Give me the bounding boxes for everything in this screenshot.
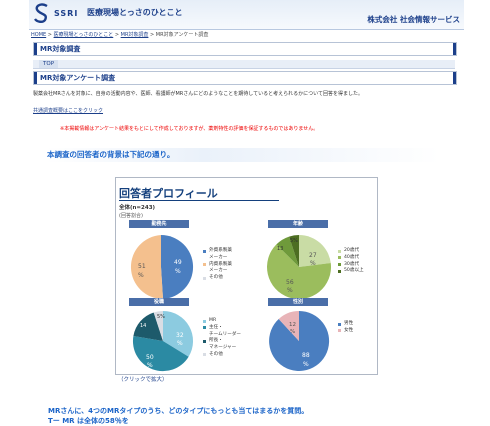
- gender-legend: 男性 女性: [338, 321, 353, 335]
- pie-unit-foreign: %: [175, 268, 181, 275]
- legend-foreign: 外資系製薬 メーカー: [209, 248, 232, 260]
- respondent-heading: 本調査の回答者の背景は下記の通り。: [47, 150, 175, 159]
- intro-text: 製薬会社MRさんを対象に、自身の活動内容や、医師、看護師がMRさんにどのようなこ…: [33, 91, 363, 97]
- section-title-bar: MR対象アンケート調査: [33, 71, 457, 85]
- breadcrumb-mr-survey[interactable]: MR対象調査: [121, 32, 149, 38]
- age-label: 年齢: [268, 220, 328, 228]
- legend-domestic: 内資系製薬 メーカー: [209, 261, 232, 274]
- pie-slice-male: [269, 310, 330, 371]
- warning-text: ※本掲載情報はアンケート結果をもとにして作成しておりますが、薬剤特性の評価を保証…: [60, 126, 319, 132]
- profile-title: 回答者プロフィール: [119, 187, 218, 200]
- workplace-pie-chart: 49 % 51 %: [130, 234, 194, 299]
- section-title: MR対象アンケート調査: [40, 74, 116, 82]
- legend-female: 女性: [344, 327, 354, 333]
- top-link[interactable]: TOP: [39, 60, 59, 68]
- gender-value-88: 88: [302, 352, 310, 359]
- bottom-heading: MRさんに、4つのMRタイプのうち、どのタイプにもっとも当てはまるかを質問。: [48, 407, 309, 415]
- pie-slice-foreign: [161, 234, 194, 299]
- pie-value-foreign: 49: [174, 259, 182, 266]
- breadcrumb-separator: >: [148, 32, 156, 38]
- legend-mr: MR: [209, 318, 217, 323]
- profile-unit: (回答割合): [119, 213, 143, 219]
- ssri-logo-icon[interactable]: [32, 2, 52, 24]
- legend-40s: 40歳代: [344, 254, 360, 260]
- gender-label: 性別: [268, 298, 328, 306]
- position-legend: MR 主任・ チームリーダー 所長・ マネージャー その他: [203, 318, 241, 359]
- site-header: SSRI 医療現場とっさのひとこと 株式会社 社会情報サービス: [29, 0, 464, 30]
- workplace-label: 勤務先: [129, 220, 189, 228]
- workplace-legend: 外資系製薬 メーカー 内資系製薬 メーカー その他: [203, 248, 232, 282]
- site-name[interactable]: 医療現場とっさのひとこと: [87, 7, 183, 18]
- company-name: 株式会社 社会情報サービス: [367, 15, 460, 24]
- age-value-27: 27: [309, 252, 317, 259]
- breadcrumb-current: MR対象アンケート調査: [155, 32, 209, 38]
- gender-unit-88: %: [303, 361, 309, 368]
- age-value-56: 56: [286, 279, 294, 286]
- breadcrumb-home[interactable]: HOME: [31, 32, 46, 38]
- position-value-5: 5%: [157, 314, 165, 320]
- top-tab-bar: TOP: [33, 60, 455, 69]
- logo-text[interactable]: SSRI: [54, 9, 78, 18]
- age-value-13: 13: [277, 246, 283, 252]
- title-underline: [119, 200, 279, 201]
- age-pie-chart: 27 % 56 % 13 5%: [267, 235, 332, 300]
- legend-position-other: その他: [209, 351, 223, 357]
- page-title: MR対象調査: [40, 45, 81, 53]
- pie-value-domestic: 51: [138, 263, 146, 270]
- legend-male: 男性: [344, 321, 354, 326]
- position-value-32: 32: [176, 332, 184, 339]
- page-title-bar: MR対象調査: [33, 42, 457, 56]
- legend-20s: 20歳代: [344, 248, 360, 253]
- age-unit-56: %: [287, 287, 293, 294]
- respondent-profile-image[interactable]: 回答者プロフィール 全体(n=243) (回答割合) 勤務先 49 % 51 %…: [115, 177, 378, 375]
- position-label: 役職: [129, 298, 189, 306]
- bottom-heading-cont: Tー MR は全体の58％を: [48, 417, 129, 425]
- legend-manager: 所長・ マネージャー: [209, 338, 237, 351]
- position-value-50: 50: [146, 354, 154, 361]
- legend-50plus: 50歳以上: [344, 268, 364, 274]
- click-to-enlarge[interactable]: （クリックで拡大）: [118, 375, 168, 383]
- breadcrumb-separator: >: [46, 32, 54, 38]
- summary-link[interactable]: 共通調査概要はここをクリック: [33, 107, 103, 114]
- breadcrumb-iryou[interactable]: 医療現場とっさのひとこと: [54, 32, 114, 38]
- age-value-5: 5%: [290, 238, 298, 244]
- pie-slice-domestic: [130, 235, 164, 299]
- gender-unit-12: %: [290, 329, 295, 335]
- position-unit-50: %: [147, 362, 153, 369]
- pie-unit-domestic: %: [138, 272, 144, 279]
- legend-leader: 主任・ チームリーダー: [209, 324, 242, 337]
- profile-total: 全体(n=243): [119, 205, 156, 211]
- gender-pie-chart: 88 % 12 %: [269, 310, 330, 371]
- breadcrumb: HOME > 医療現場とっさのひとこと > MR対象調査 > MR対象アンケート…: [31, 31, 208, 38]
- age-legend: 20歳代 40歳代 30歳代 50歳以上: [338, 248, 364, 275]
- age-unit-27: %: [310, 260, 316, 267]
- breadcrumb-separator: >: [113, 32, 121, 38]
- gender-value-12: 12: [289, 322, 296, 328]
- legend-other: その他: [209, 275, 223, 281]
- position-pie-chart: 32 % 50 % 14 5%: [132, 310, 194, 372]
- position-unit-32: %: [177, 340, 183, 347]
- respondent-heading-bar: 本調査の回答者の背景は下記の通り。: [46, 148, 440, 162]
- position-value-14: 14: [140, 323, 146, 329]
